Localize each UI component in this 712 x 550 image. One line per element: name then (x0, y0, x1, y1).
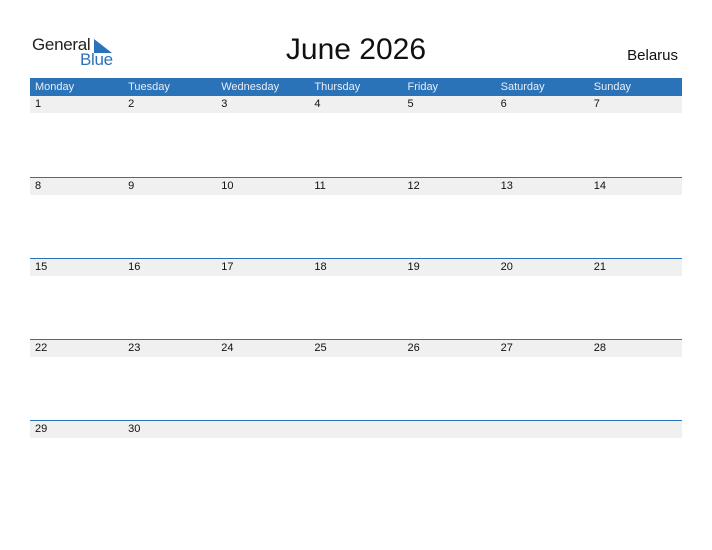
calendar-title: June 2026 (285, 33, 427, 66)
day-cell: 14 (593, 180, 606, 192)
day-cell: 19 (407, 261, 420, 273)
day-cell: 4 (314, 98, 321, 110)
week-row-3: 15 16 17 18 19 20 21 (30, 258, 682, 339)
day-cell: 3 (221, 98, 228, 110)
day-cell (216, 421, 309, 438)
day-cell: 9 (128, 180, 135, 192)
day-cell: 27 (500, 342, 513, 354)
day-cell: 13 (500, 180, 513, 192)
day-cell (309, 421, 402, 438)
week-row-5: 29 30 (30, 420, 682, 501)
weekday-saturday: Saturday (500, 81, 545, 93)
weekday-monday: Monday (35, 81, 75, 93)
day-cell (496, 421, 589, 438)
week-row-1: 1 2 3 4 5 6 7 (30, 96, 682, 177)
day-cell: 26 (407, 342, 420, 354)
day-cell: 17 (221, 261, 234, 273)
week-row-4: 22 23 24 25 26 27 28 (30, 339, 682, 420)
week-row-2: 8 9 10 11 12 13 14 (30, 177, 682, 258)
day-cell: 29 (35, 423, 48, 435)
weekday-header: Monday Tuesday Wednesday Thursday Friday… (30, 78, 682, 96)
day-cell: 21 (593, 261, 606, 273)
day-cell: 30 (128, 423, 141, 435)
weekday-wednesday: Wednesday (221, 81, 280, 93)
day-cell: 6 (500, 98, 507, 110)
day-cell: 2 (128, 98, 135, 110)
day-cell (589, 421, 682, 438)
weekday-sunday: Sunday (593, 81, 632, 93)
day-cell (403, 421, 496, 438)
day-cell: 8 (35, 180, 42, 192)
weekday-tuesday: Tuesday (128, 81, 170, 93)
day-cell: 5 (407, 98, 414, 110)
day-cell: 25 (314, 342, 327, 354)
day-cell: 7 (593, 98, 600, 110)
country-label: Belarus (627, 47, 678, 64)
day-cell: 22 (35, 342, 48, 354)
weekday-friday: Friday (407, 81, 439, 93)
day-cell: 10 (221, 180, 234, 192)
day-cell: 1 (35, 98, 42, 110)
day-cell: 15 (35, 261, 48, 273)
day-cell: 24 (221, 342, 234, 354)
day-cell: 18 (314, 261, 327, 273)
day-cell: 23 (128, 342, 141, 354)
day-cell: 16 (128, 261, 141, 273)
day-cell: 28 (593, 342, 606, 354)
weekday-thursday: Thursday (314, 81, 361, 93)
day-cell: 12 (407, 180, 420, 192)
day-cell: 11 (314, 180, 326, 192)
day-cell: 20 (500, 261, 513, 273)
